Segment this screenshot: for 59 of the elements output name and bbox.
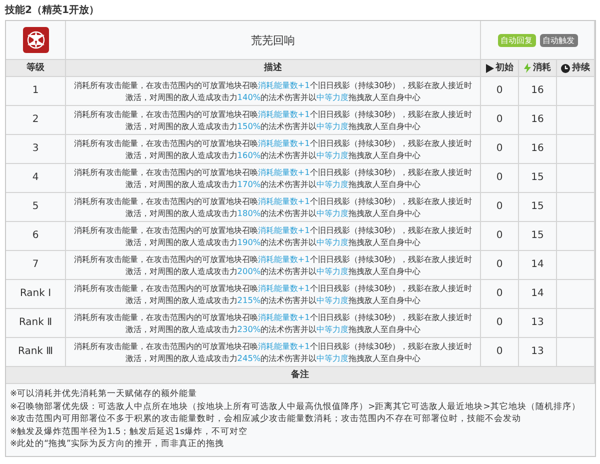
cost-cell: 16	[519, 106, 557, 135]
column-header: 持续	[557, 60, 595, 77]
note-line: ※触发及爆炸范围半径为1.5；触发后延迟1s爆炸，不可对空	[10, 426, 248, 438]
initial-cell: 0	[481, 251, 519, 280]
level-cell: 1	[6, 77, 66, 106]
description-cell: 消耗所有攻击能量，在攻击范围内的可放置地块召唤消耗能量数+1个旧日残影（持续30秒），残影在敌人接近时激活，对周围的敌人造成攻击力245%的法术伤害并以中等力度拖拽敌人至自身中心	[66, 338, 481, 367]
cost-cell: 14	[519, 280, 557, 309]
level-cell: 7	[6, 251, 66, 280]
cost-cell: 15	[519, 164, 557, 193]
cost-cell: 14	[519, 251, 557, 280]
initial-cell: 0	[481, 309, 519, 338]
initial-cell: 0	[481, 280, 519, 309]
cost-cell: 15	[519, 222, 557, 251]
column-header: 等级	[6, 60, 66, 77]
description-cell: 消耗所有攻击能量，在攻击范围内的可放置地块召唤消耗能量数+1个旧日残影（持续30秒），残影在敌人接近时激活，对周围的敌人造成攻击力200%的法术伤害并以中等力度拖拽敌人至自身中心	[66, 251, 481, 280]
cost-cell: 16	[519, 77, 557, 106]
initial-cell: 0	[481, 222, 519, 251]
cost-cell: 15	[519, 193, 557, 222]
initial-cell: 0	[481, 77, 519, 106]
clock-icon	[561, 64, 570, 72]
description-cell: 消耗所有攻击能量，在攻击范围内的可放置地块召唤消耗能量数+1个旧日残影（持续30秒），残影在敌人接近时激活，对周围的敌人造成攻击力215%的法术伤害并以中等力度拖拽敌人至自身中心	[66, 280, 481, 309]
skill-emblem-icon	[22, 27, 48, 53]
level-cell: Rank Ⅰ	[6, 280, 66, 309]
note-line: ※此处的“拖拽”实际为反方向的推开，而非真正的拖拽	[10, 439, 225, 450]
play-icon	[486, 64, 494, 72]
level-cell: Rank Ⅱ	[6, 309, 66, 338]
description-cell: 消耗所有攻击能量，在攻击范围内的可放置地块召唤消耗能量数+1个旧日残影（持续30秒），残影在敌人接近时激活，对周围的敌人造成攻击力160%的法术伤害并以中等力度拖拽敌人至自身中心	[66, 135, 481, 164]
skill-name: 荒芜回响	[251, 32, 295, 48]
level-cell: 2	[6, 106, 66, 135]
description-cell: 消耗所有攻击能量，在攻击范围内的可放置地块召唤消耗能量数+1个旧日残影（持续30秒），残影在敌人接近时激活，对周围的敌人造成攻击力170%的法术伤害并以中等力度拖拽敌人至自身中心	[66, 164, 481, 193]
lightning-icon	[524, 63, 531, 73]
initial-cell: 0	[481, 193, 519, 222]
cost-cell: 16	[519, 135, 557, 164]
level-cell: Rank Ⅲ	[6, 338, 66, 367]
level-cell: 6	[6, 222, 66, 251]
cost-cell: 13	[519, 309, 557, 338]
initial-cell: 0	[481, 106, 519, 135]
description-cell: 消耗所有攻击能量，在攻击范围内的可放置地块召唤消耗能量数+1个旧日残影（持续30秒），残影在敌人接近时激活，对周围的敌人造成攻击力230%的法术伤害并以中等力度拖拽敌人至自身中心	[66, 309, 481, 338]
note-line: ※召唤物部署优先级：可选敌人中点所在地块（按地块上所有可选敌人中最高仇恨值降序）>距离其它可选敌人最近地块>其它地块（随机排序）	[10, 402, 582, 413]
skill-tag: 自动回复	[498, 34, 536, 46]
description-cell: 消耗所有攻击能量，在攻击范围内的可放置地块召唤消耗能量数+1个旧日残影（持续30秒），残影在敌人接近时激活，对周围的敌人造成攻击力150%的法术伤害并以中等力度拖拽敌人至自身中心	[66, 106, 481, 135]
column-header: 消耗	[519, 60, 557, 77]
column-header: 初始	[481, 60, 519, 77]
note-line: ※可以消耗并优先消耗第一天赋储存的额外能量	[10, 389, 198, 400]
level-cell: 3	[6, 135, 66, 164]
initial-cell: 0	[481, 164, 519, 193]
skill-tag: 自动触发	[540, 34, 578, 46]
level-cell: 4	[6, 164, 66, 193]
column-header: 描述	[66, 60, 481, 77]
level-cell: 5	[6, 193, 66, 222]
description-cell: 消耗所有攻击能量，在攻击范围内的可放置地块召唤消耗能量数+1个旧日残影（持续30秒），残影在敌人接近时激活，对周围的敌人造成攻击力190%的法术伤害并以中等力度拖拽敌人至自身中心	[66, 222, 481, 251]
initial-cell: 0	[481, 135, 519, 164]
cost-cell: 13	[519, 338, 557, 367]
description-cell: 消耗所有攻击能量，在攻击范围内的可放置地块召唤消耗能量数+1个旧日残影（持续30秒），残影在敌人接近时激活，对周围的敌人造成攻击力140%的法术伤害并以中等力度拖拽敌人至自身中心	[66, 77, 481, 106]
description-cell: 消耗所有攻击能量，在攻击范围内的可放置地块召唤消耗能量数+1个旧日残影（持续30秒），残影在敌人接近时激活，对周围的敌人造成攻击力180%的法术伤害并以中等力度拖拽敌人至自身中心	[66, 193, 481, 222]
notes-heading: 备注	[6, 367, 595, 384]
initial-cell: 0	[481, 338, 519, 367]
section-title: 技能2（精英1开放）	[5, 4, 100, 18]
note-line: ※攻击范围内可用部署位不多于积累的攻击能量数时，会相应减少攻击能量数消耗；攻击范围内不存在可部署位时，技能不会发动	[10, 414, 522, 426]
